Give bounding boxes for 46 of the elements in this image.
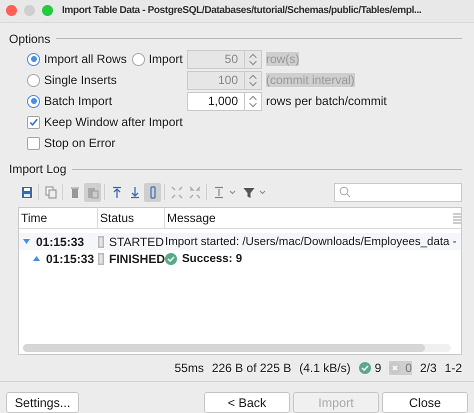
column-header[interactable]: Message [165, 208, 461, 228]
table-cell: FINISHED [108, 252, 165, 266]
table-cell: 01:15:33 [46, 252, 94, 266]
checkbox-option[interactable]: Stop on Error [27, 132, 474, 154]
success-icon [358, 362, 371, 374]
caret-icon[interactable] [229, 190, 236, 195]
elapsed-time: 55ms [174, 361, 204, 376]
close-window-icon[interactable] [6, 5, 17, 16]
column-header[interactable]: Time [19, 208, 98, 228]
radio-option[interactable]: Import [132, 52, 183, 66]
radio-option[interactable]: Single Inserts [27, 73, 117, 88]
leaf-marker-icon [32, 254, 41, 264]
column-header[interactable]: Status [98, 208, 165, 228]
status-icon [98, 252, 104, 265]
radio-option[interactable]: Batch Import [27, 94, 112, 108]
transfer-rate: (4.1 kB/s) [299, 361, 351, 376]
dialog-button[interactable]: Close [382, 392, 468, 413]
window-title: Import Table Data - PostgreSQL/Databases/tutorial/Schemas/public/Tables/empl... [62, 5, 422, 16]
status-icon [98, 236, 104, 248]
table-cell: STARTED [109, 234, 164, 249]
checkmark-icon [28, 116, 39, 128]
success-icon [165, 252, 177, 265]
horizontal-scrollbar[interactable] [23, 344, 451, 352]
zoom-window-icon[interactable] [42, 5, 53, 16]
table-cell: Success: 9 [182, 252, 242, 265]
bar-icon[interactable] [144, 182, 161, 202]
section-title: Import Log [9, 162, 66, 176]
table-cell: Import started: /Users/mac/Downloads/Employees_data - [165, 236, 456, 248]
success-count: 9 [374, 361, 382, 376]
column-menu-icon[interactable] [453, 212, 461, 224]
radio-option[interactable]: Import all Rows [27, 52, 127, 66]
section-title: Options [9, 32, 50, 46]
checkbox-option[interactable]: Keep Window after Import [27, 112, 474, 133]
expand-arrow-icon[interactable] [22, 237, 31, 246]
caret-icon[interactable] [259, 190, 266, 195]
dialog-button[interactable]: < Back [204, 392, 290, 413]
error-count: 0 [405, 361, 412, 376]
search-field[interactable] [334, 182, 462, 202]
table-cell: 01:15:33 [36, 234, 84, 249]
number-field[interactable]: 1,000 [187, 92, 262, 111]
bytes-transferred: 226 B of 225 B [212, 361, 292, 376]
search-icon [339, 186, 351, 198]
row-range: 1-2 [444, 361, 462, 376]
page-indicator: 2/3 [420, 361, 437, 376]
unit-label: rows per batch/commit [266, 94, 387, 108]
dialog-button[interactable]: Settings... [6, 392, 79, 413]
